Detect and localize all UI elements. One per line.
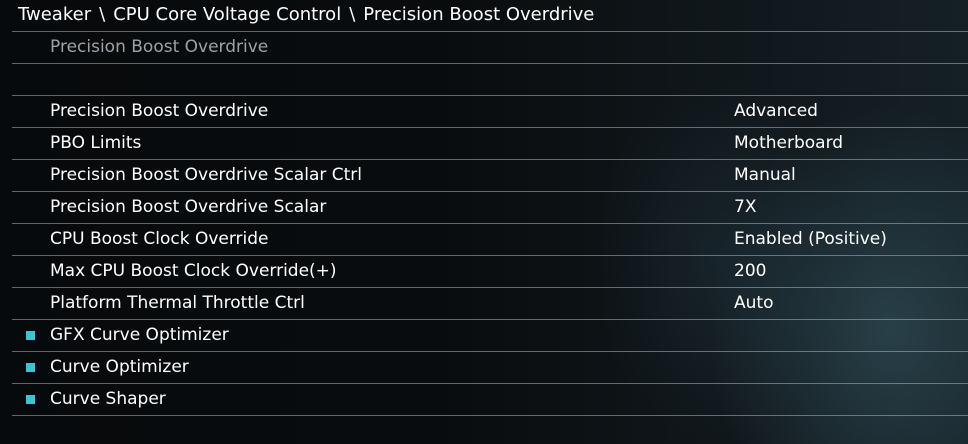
setting-label: Platform Thermal Throttle Ctrl: [50, 293, 305, 313]
setting-row-precision-boost-overdrive[interactable]: Precision Boost Overdrive Advanced: [12, 96, 968, 128]
setting-label: Max CPU Boost Clock Override(+): [50, 261, 337, 281]
setting-value[interactable]: 200: [734, 256, 766, 287]
setting-label: PBO Limits: [50, 133, 142, 153]
setting-label: CPU Boost Clock Override: [50, 229, 269, 249]
setting-value[interactable]: Advanced: [734, 96, 818, 127]
square-bullet-icon: [26, 331, 35, 340]
breadcrumb: Tweaker \ CPU Core Voltage Control \ Precisi…: [18, 0, 594, 30]
submenu-label: GFX Curve Optimizer: [50, 325, 229, 345]
setting-row-pbo-scalar-ctrl[interactable]: Precision Boost Overdrive Scalar Ctrl Ma…: [12, 160, 968, 192]
setting-row-pbo-scalar[interactable]: Precision Boost Overdrive Scalar 7X: [12, 192, 968, 224]
settings-list: Precision Boost Overdrive Precision Boos…: [12, 31, 968, 416]
blank-spacer-row: [12, 64, 968, 96]
square-bullet-icon: [26, 363, 35, 372]
help-description-text: Precision Boost Overdrive: [50, 37, 269, 57]
setting-row-pbo-limits[interactable]: PBO Limits Motherboard: [12, 128, 968, 160]
help-description-row: Precision Boost Overdrive: [12, 31, 968, 64]
breadcrumb-separator: \: [349, 4, 356, 25]
setting-row-cpu-boost-clock-override[interactable]: CPU Boost Clock Override Enabled (Positi…: [12, 224, 968, 256]
submenu-gfx-curve-optimizer[interactable]: GFX Curve Optimizer: [12, 320, 968, 352]
setting-value[interactable]: Enabled (Positive): [734, 224, 887, 255]
setting-label: Precision Boost Overdrive Scalar: [50, 197, 327, 217]
setting-value[interactable]: Motherboard: [734, 128, 843, 159]
setting-label: Precision Boost Overdrive Scalar Ctrl: [50, 165, 363, 185]
breadcrumb-item-cpu-core-voltage-control[interactable]: CPU Core Voltage Control: [113, 4, 341, 25]
setting-row-max-cpu-boost-clock-override[interactable]: Max CPU Boost Clock Override(+) 200: [12, 256, 968, 288]
breadcrumb-item-tweaker[interactable]: Tweaker: [18, 4, 91, 25]
breadcrumb-item-precision-boost-overdrive: Precision Boost Overdrive: [363, 4, 595, 25]
setting-value[interactable]: Manual: [734, 160, 796, 191]
submenu-curve-shaper[interactable]: Curve Shaper: [12, 384, 968, 416]
submenu-label: Curve Optimizer: [50, 357, 189, 377]
setting-row-platform-thermal-throttle-ctrl[interactable]: Platform Thermal Throttle Ctrl Auto: [12, 288, 968, 320]
setting-value[interactable]: 7X: [734, 192, 756, 223]
square-bullet-icon: [26, 395, 35, 404]
submenu-curve-optimizer[interactable]: Curve Optimizer: [12, 352, 968, 384]
setting-label: Precision Boost Overdrive: [50, 101, 269, 121]
breadcrumb-separator: \: [99, 4, 106, 25]
submenu-label: Curve Shaper: [50, 389, 166, 409]
setting-value[interactable]: Auto: [734, 288, 773, 319]
